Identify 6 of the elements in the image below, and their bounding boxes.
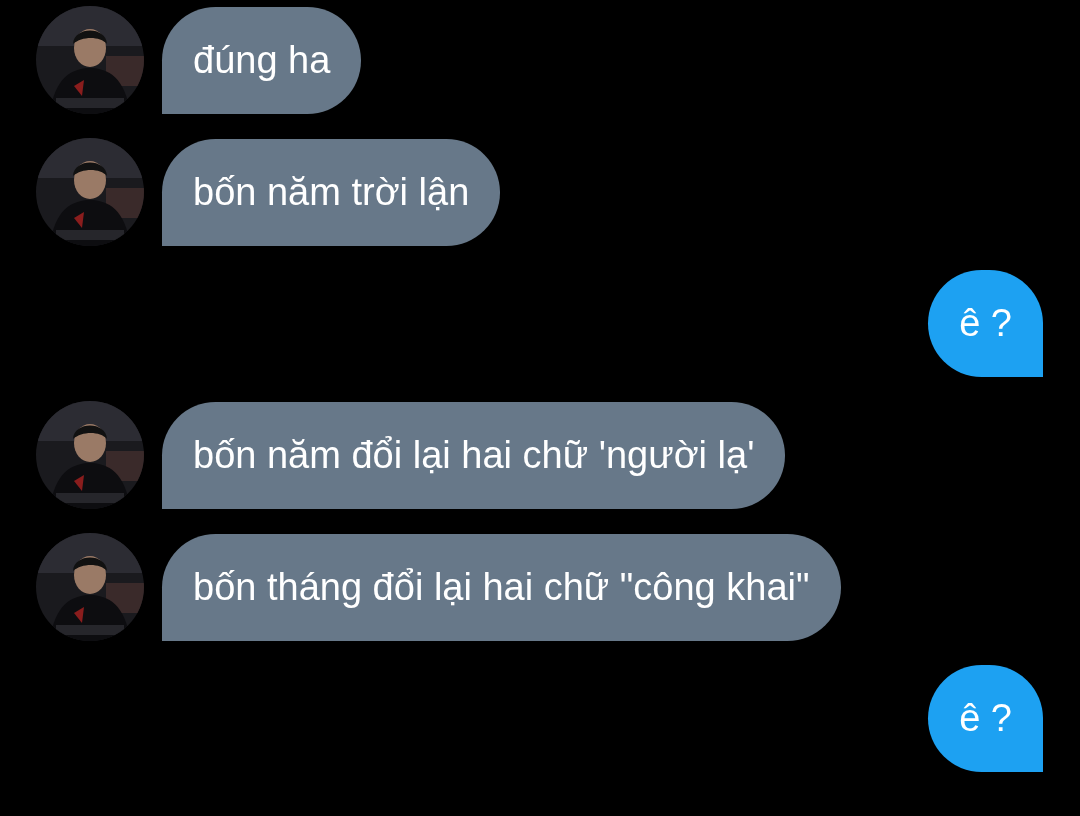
message-bubble: đúng ha xyxy=(162,7,362,114)
message-bubble: ê ? xyxy=(928,665,1043,772)
message-bubble: bốn năm đổi lại hai chữ 'người lạ' xyxy=(162,402,786,509)
message-bubble: bốn năm trời lận xyxy=(162,139,501,246)
message-bubble: ê ? xyxy=(928,270,1043,377)
message-bubble: bốn tháng đổi lại hai chữ "công khai" xyxy=(162,534,841,641)
